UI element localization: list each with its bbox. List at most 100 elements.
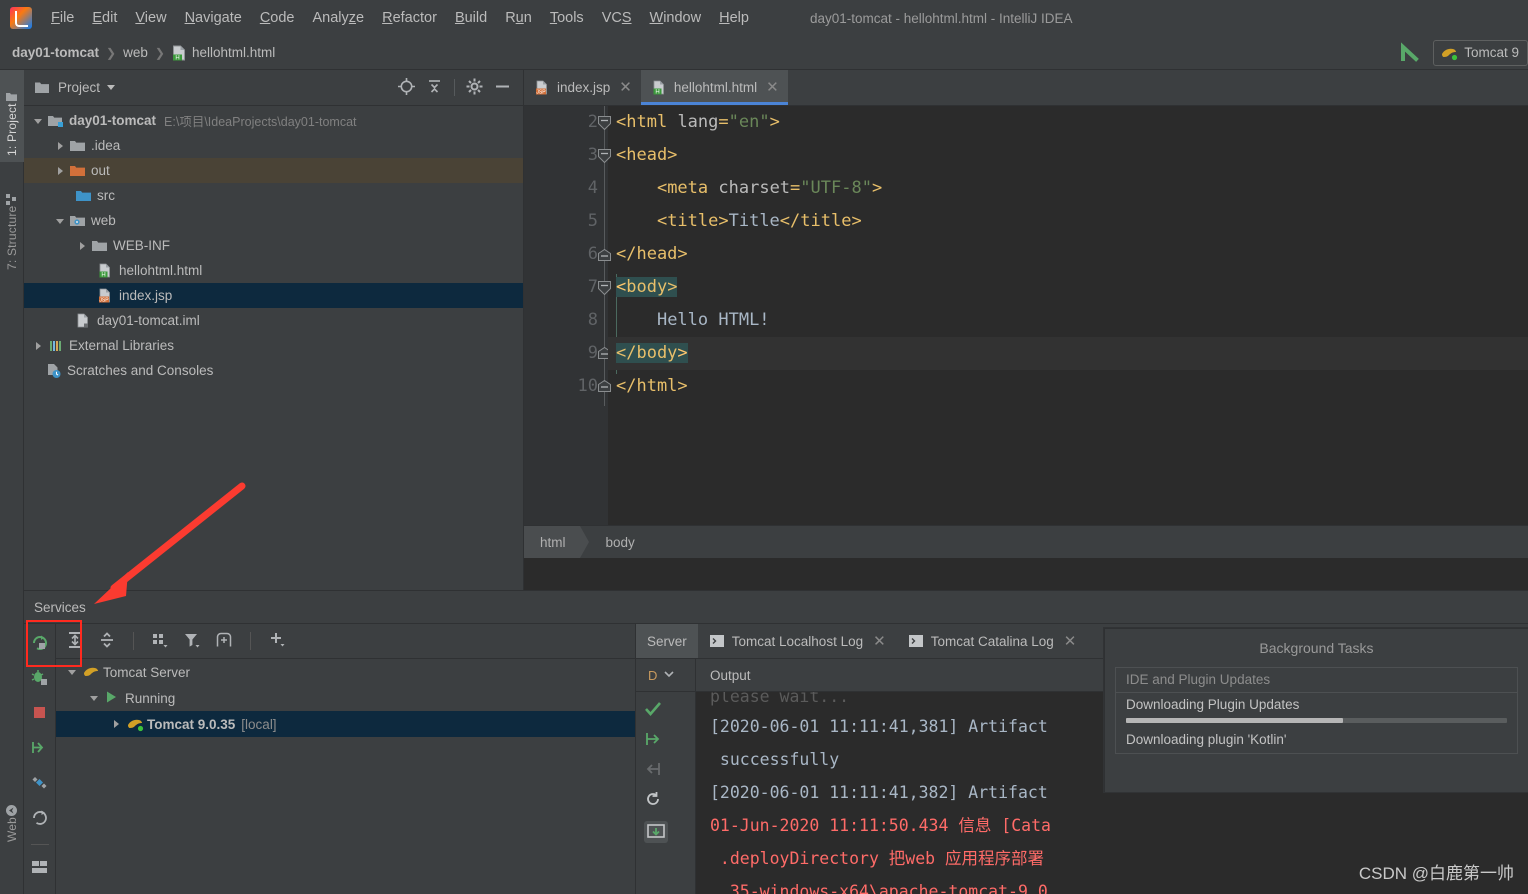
step-out-icon xyxy=(644,761,668,780)
menu-window[interactable]: Window xyxy=(641,6,711,30)
chevron-right-icon[interactable] xyxy=(32,339,46,353)
menu-vcs[interactable]: VCS xyxy=(593,6,641,30)
services-header: Services xyxy=(24,591,1528,624)
hide-icon[interactable] xyxy=(494,78,511,98)
menu-view[interactable]: View xyxy=(126,6,175,30)
chevron-down-icon[interactable] xyxy=(662,667,676,684)
tree-row-scratches[interactable]: Scratches and Consoles xyxy=(24,358,523,383)
tree-row-iml[interactable]: day01-tomcat.iml xyxy=(24,308,523,333)
chevron-down-icon[interactable] xyxy=(66,665,80,679)
menu-build[interactable]: Build xyxy=(446,6,496,30)
html-file-icon: H xyxy=(98,263,114,279)
sidebar-item-web[interactable]: Web xyxy=(0,776,24,848)
console-tab-tomcat-localhost-log[interactable]: Tomcat Localhost Log ✕ xyxy=(698,624,897,658)
services-tree: Tomcat Server Running Tomcat 9.0.35 [loc… xyxy=(56,659,635,737)
close-icon[interactable]: ✕ xyxy=(1064,634,1077,649)
console-tab-server[interactable]: Server xyxy=(636,624,698,658)
lightbulb-icon[interactable] xyxy=(629,312,765,364)
rerun-circular-icon[interactable] xyxy=(644,791,668,810)
tree-row-idea[interactable]: .idea xyxy=(24,133,523,158)
breadcrumb-body[interactable]: body xyxy=(590,526,649,559)
collapse-all-icon[interactable] xyxy=(98,631,116,652)
chevron-down-icon[interactable] xyxy=(88,691,102,705)
settings-gear-icon[interactable] xyxy=(466,78,483,98)
scroll-to-end-icon[interactable] xyxy=(644,821,668,843)
tree-row-web[interactable]: web xyxy=(24,208,523,233)
breadcrumb-file[interactable]: H hellohtml.html xyxy=(172,45,275,61)
structure-icon xyxy=(6,193,19,206)
editor-tab-hellohtml-html[interactable]: H hellohtml.html ✕ xyxy=(640,70,788,105)
menu-file[interactable]: File xyxy=(42,6,83,30)
menu-bar: File Edit View Navigate Code Analyze Ref… xyxy=(0,0,1528,36)
step-over-icon[interactable] xyxy=(644,731,668,750)
add-icon[interactable] xyxy=(268,631,286,652)
tree-row-web-inf[interactable]: WEB-INF xyxy=(24,233,523,258)
rerun-icon[interactable] xyxy=(31,634,48,654)
chevron-right-icon[interactable] xyxy=(54,164,68,178)
chevron-down-icon[interactable] xyxy=(107,85,116,90)
filter-icon[interactable] xyxy=(183,631,201,652)
menu-edit[interactable]: Edit xyxy=(83,6,126,30)
layout-icon[interactable] xyxy=(31,860,48,877)
folder-blue-icon xyxy=(76,188,92,204)
menu-navigate[interactable]: Navigate xyxy=(176,6,251,30)
services-row-tomcat-server[interactable]: Tomcat Server xyxy=(56,659,635,685)
menu-tools[interactable]: Tools xyxy=(541,6,593,30)
tree-row-out[interactable]: out xyxy=(24,158,523,183)
menu-run[interactable]: Run xyxy=(496,6,541,30)
code-line-4: <meta charset="UTF-8"> xyxy=(656,178,883,198)
expand-collapse-icon[interactable] xyxy=(66,631,84,652)
background-task-1-progress xyxy=(1126,718,1507,723)
menu-refactor[interactable]: Refactor xyxy=(373,6,446,30)
breadcrumb-project[interactable]: day01-tomcat xyxy=(12,45,99,60)
html-file-icon: H xyxy=(652,80,668,96)
tree-row-external-libraries[interactable]: External Libraries xyxy=(24,333,523,358)
line-number: 10 xyxy=(577,376,598,396)
close-icon[interactable]: ✕ xyxy=(619,80,632,95)
editor-tab-index-jsp[interactable]: JSP index.jsp ✕ xyxy=(524,70,641,105)
restart-icon[interactable] xyxy=(31,809,48,829)
breadcrumb-html[interactable]: html xyxy=(524,525,588,558)
menu-help[interactable]: Help xyxy=(710,6,758,30)
chevron-right-icon[interactable] xyxy=(76,239,90,253)
console-icon xyxy=(709,634,725,648)
sidebar-item-structure[interactable]: 7: Structure xyxy=(0,166,24,276)
tree-row-src[interactable]: src xyxy=(24,183,523,208)
resume-icon[interactable] xyxy=(31,739,48,759)
chevron-down-icon[interactable] xyxy=(32,114,46,128)
breadcrumb-web[interactable]: web xyxy=(123,45,148,60)
debug-icon[interactable] xyxy=(31,669,48,689)
code-line-5: <title>Title</title> xyxy=(656,211,862,231)
run-configuration-selector[interactable]: Tomcat 9 xyxy=(1433,39,1528,66)
chevron-right-icon[interactable] xyxy=(54,139,68,153)
editor-gutter[interactable]: 2 3 4 5 6 7 8 9 10 xyxy=(524,106,608,558)
chevron-down-icon[interactable] xyxy=(54,214,68,228)
sidebar-item-project[interactable]: 1: Project xyxy=(0,70,24,162)
chevron-right-icon[interactable] xyxy=(110,717,124,731)
console-output-header-label: Output xyxy=(710,667,751,683)
stop-icon[interactable] xyxy=(31,704,48,724)
tree-row-hellohtml[interactable]: H hellohtml.html xyxy=(24,258,523,283)
tree-row-index-jsp[interactable]: JSP index.jsp xyxy=(24,283,523,308)
close-icon[interactable]: ✕ xyxy=(873,634,886,649)
code-line-7: <body> xyxy=(616,277,678,297)
code-lines[interactable]: <html lang="en"> <head> <meta charset="U… xyxy=(608,106,1528,558)
services-row-tomcat-local[interactable]: Tomcat 9.0.35 [local] xyxy=(56,711,635,737)
filter-diamond-icon[interactable] xyxy=(31,774,48,794)
code-editor[interactable]: 2 3 4 5 6 7 8 9 10 <html lang="en"> <hea… xyxy=(524,106,1528,558)
console-deploy-selector[interactable]: D xyxy=(636,659,695,692)
add-frame-icon[interactable] xyxy=(215,631,233,652)
locate-icon[interactable] xyxy=(398,77,415,98)
collapse-all-icon[interactable] xyxy=(426,78,443,98)
close-icon[interactable]: ✕ xyxy=(766,80,779,95)
run-arrow-icon[interactable] xyxy=(1397,41,1423,65)
menu-code[interactable]: Code xyxy=(251,6,304,30)
services-row-running[interactable]: Running xyxy=(56,685,635,711)
console-tab-tomcat-catalina-log[interactable]: Tomcat Catalina Log ✕ xyxy=(897,624,1088,658)
menu-analyze[interactable]: Analyze xyxy=(304,6,374,30)
tree-row-day01-tomcat[interactable]: day01-tomcat E:\项目\IdeaProjects\day01-to… xyxy=(24,108,523,133)
code-line-10: </html> xyxy=(616,376,688,396)
project-tool-window: Project day01-tomcat E:\项目\IdeaProjects\… xyxy=(24,70,524,590)
group-by-icon[interactable] xyxy=(151,631,169,652)
tree-label: out xyxy=(91,163,110,178)
